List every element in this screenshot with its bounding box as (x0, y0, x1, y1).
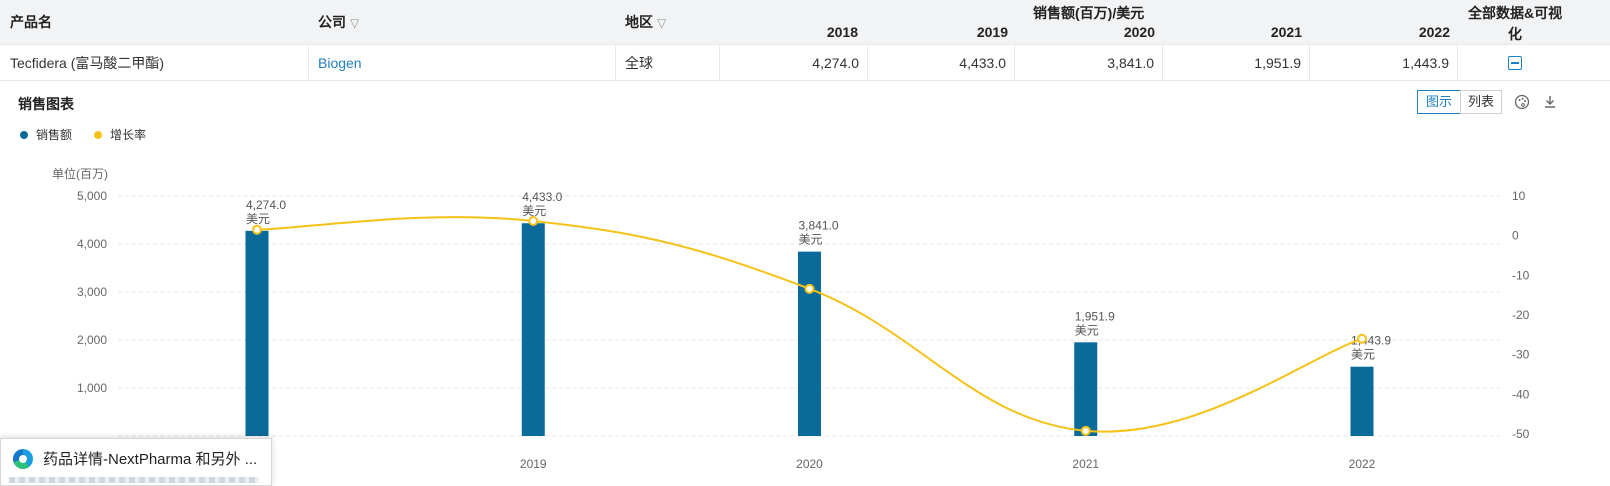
bar (1350, 366, 1374, 436)
growth-rate-point (804, 283, 815, 294)
cell-region: 全球 (616, 45, 720, 81)
y-tick-label: 5,000 (77, 189, 107, 203)
filter-icon[interactable]: ▽ (350, 16, 359, 30)
cell-value-2019: 4,433.0 (868, 45, 1015, 81)
bar (1074, 342, 1098, 436)
y2-tick-label: -50 (1512, 427, 1530, 441)
sales-chart: 5,000 4,000 3,000 2,000 1,000 单位(百万) 10 0 -10 -20… (52, 166, 1530, 471)
header-year-2022: 2022 (1418, 24, 1450, 40)
legend-item-growth[interactable]: 增长率 (94, 126, 146, 143)
y-tick-label: 4,000 (77, 237, 107, 251)
download-icon[interactable] (1542, 94, 1558, 110)
data-label: 4,433.0 (522, 190, 562, 204)
growth-rate-point (528, 215, 539, 226)
x-tick-label: 2020 (796, 457, 823, 471)
legend-label-sales: 销售额 (36, 128, 73, 142)
header-all-data-line2: 化 (1508, 26, 1522, 42)
toggle-chart-button[interactable]: 图示 (1417, 90, 1461, 114)
x-tick-label: 2019 (520, 457, 547, 471)
data-label-unit: 美元 (799, 233, 823, 247)
bar (521, 223, 545, 436)
header-all-data-line1: 全部数据&可视 (1468, 5, 1563, 21)
y2-tick-label: -20 (1512, 308, 1530, 322)
taskbar-preview-title: 药品详情-NextPharma 和另外 ... (43, 451, 258, 468)
header-product-label: 产品名 (10, 14, 52, 30)
chart-panel-title: 销售图表 (18, 96, 74, 112)
y2-tick-label: -30 (1512, 348, 1530, 362)
cell-product: Tecfidera (富马酸二甲酯) (0, 45, 309, 81)
header-year-2021: 2021 (1270, 24, 1302, 40)
header-year-2020: 2020 (1123, 24, 1155, 40)
cell-value-2022: 1,443.9 (1310, 45, 1458, 81)
data-label: 3,841.0 (799, 219, 839, 233)
cell-value-2018: 4,274.0 (720, 45, 868, 81)
y2-tick-label: 10 (1512, 189, 1526, 203)
filter-icon[interactable]: ▽ (657, 16, 666, 30)
y2-tick-label: 0 (1512, 229, 1519, 243)
data-label: 4,274.0 (246, 198, 286, 212)
data-label: 1,951.9 (1075, 309, 1115, 323)
taskbar-preview-thumbnail (9, 477, 259, 483)
y-tick-label: 3,000 (77, 285, 107, 299)
y-axis-label: 单位(百万) (52, 166, 108, 181)
browser-icon (13, 449, 33, 469)
data-label-unit: 美元 (1075, 323, 1099, 337)
table-row: Tecfidera (富马酸二甲酯) Biogen 全球 4,274.0 4,4… (0, 44, 1610, 81)
growth-rate-point (1357, 333, 1367, 344)
y-tick-label: 1,000 (77, 381, 107, 395)
legend-label-growth: 增长率 (110, 128, 147, 142)
legend-dot-sales (20, 131, 28, 139)
toggle-list-button[interactable]: 列表 (1460, 90, 1502, 114)
header-company[interactable]: 公司 ▽ (318, 12, 359, 32)
cell-value-2021: 1,951.9 (1163, 45, 1310, 81)
collapse-icon[interactable] (1508, 56, 1522, 70)
legend-item-sales[interactable]: 销售额 (20, 126, 72, 143)
bar (798, 251, 821, 436)
header-company-label: 公司 (318, 14, 346, 30)
header-region-label: 地区 (625, 14, 653, 30)
growth-rate-point (1080, 425, 1091, 436)
legend-dot-growth (94, 131, 102, 139)
y-tick-label: 2,000 (77, 333, 107, 347)
header-year-2018: 2018 (826, 24, 858, 40)
header-region[interactable]: 地区 ▽ (625, 12, 666, 32)
cell-value-2020: 3,841.0 (1015, 45, 1163, 81)
y2-tick-label: -10 (1512, 268, 1530, 282)
bar (245, 230, 269, 436)
header-product: 产品名 (10, 12, 52, 32)
data-label-unit: 美元 (1351, 348, 1375, 362)
company-link[interactable]: Biogen (309, 45, 616, 81)
growth-rate-point (252, 224, 262, 235)
table-header: 产品名 公司 ▽ 地区 ▽ 销售额(百万)/美元 2018 2019 2020 20… (0, 0, 1610, 44)
x-tick-label: 2021 (1072, 457, 1099, 471)
header-year-2019: 2019 (976, 24, 1008, 40)
data-label-unit: 美元 (246, 212, 270, 226)
y2-tick-label: -40 (1512, 387, 1530, 401)
x-tick-label: 2022 (1349, 457, 1376, 471)
taskbar-preview[interactable]: 药品详情-NextPharma 和另外 ... (0, 438, 272, 486)
palette-icon[interactable] (1514, 94, 1530, 110)
header-sales-group: 销售额(百万)/美元 (1033, 5, 1145, 21)
